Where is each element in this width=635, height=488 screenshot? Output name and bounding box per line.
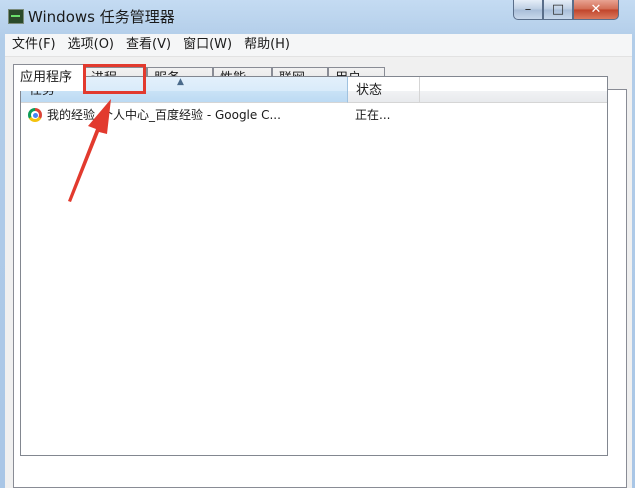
annotation-arrow-icon [68,99,111,202]
annotation-arrow-shape [68,99,111,202]
task-manager-window: Windows 任务管理器 – □ ✕ 文件(F) 选项(O) 查看(V) 窗口… [0,0,635,488]
